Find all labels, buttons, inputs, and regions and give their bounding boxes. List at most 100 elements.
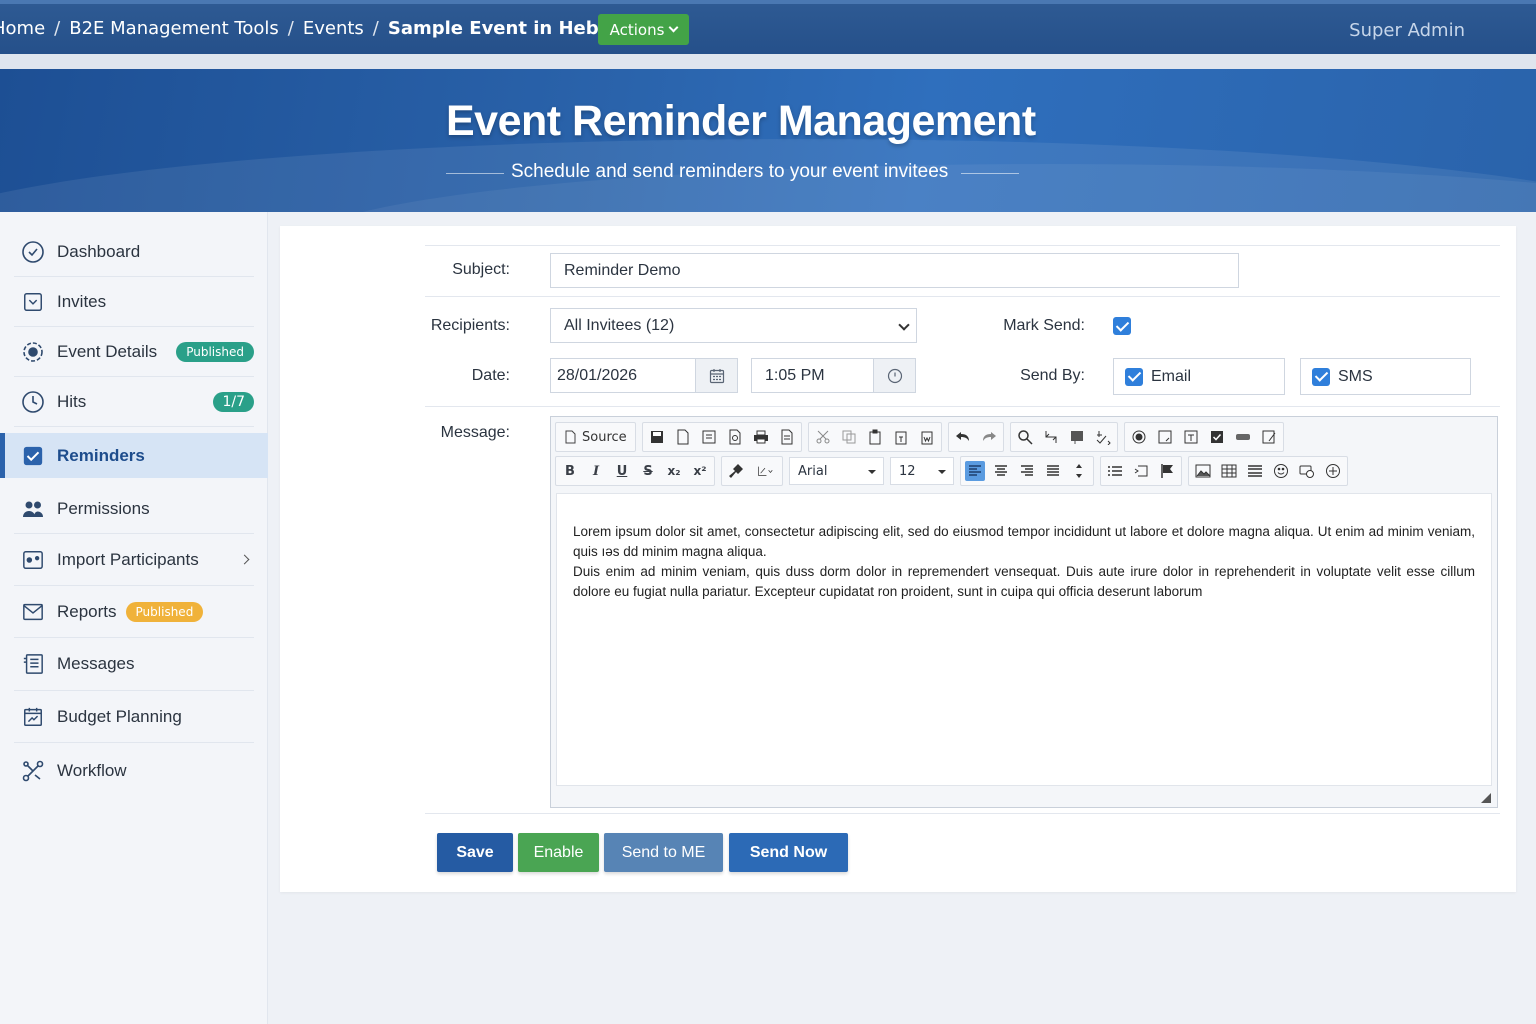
horizontal-rule-icon[interactable] <box>1245 461 1265 481</box>
indent-icon[interactable] <box>1131 461 1151 481</box>
budget-icon <box>21 705 45 729</box>
redo-icon[interactable] <box>979 427 999 447</box>
send-by-sms-option[interactable]: SMS <box>1300 358 1471 395</box>
breadcrumb-tools[interactable]: B2E Management Tools <box>69 18 279 39</box>
preview-icon[interactable] <box>725 427 745 447</box>
copy-icon[interactable] <box>839 427 859 447</box>
table-icon[interactable] <box>1219 461 1239 481</box>
bulleted-list-icon[interactable] <box>1105 461 1125 481</box>
toolbar-group-alignment <box>960 456 1094 486</box>
align-left-icon[interactable] <box>965 461 985 481</box>
sidebar-item-import-participants[interactable]: Import Participants <box>14 534 254 586</box>
sidebar-item-reports[interactable]: Reports Published <box>14 586 254 638</box>
save-icon[interactable] <box>647 427 667 447</box>
italic-icon[interactable]: I <box>586 461 606 481</box>
sidebar-item-label: Dashboard <box>57 241 141 261</box>
underline-icon[interactable]: U <box>612 461 632 481</box>
editor-paragraph: Duis enim ad minim veniam, quis duss dor… <box>573 564 1475 599</box>
mark-send-checkbox[interactable] <box>1113 317 1131 335</box>
send-now-button[interactable]: Send Now <box>729 833 848 872</box>
replace-icon[interactable] <box>1041 427 1061 447</box>
anchor-flag-icon[interactable] <box>1157 461 1177 481</box>
textfield-icon[interactable] <box>1181 427 1201 447</box>
form-icon[interactable] <box>1259 427 1279 447</box>
styles-dropdown-icon[interactable] <box>752 461 778 481</box>
sidebar-item-invites[interactable]: Invites <box>14 277 254 327</box>
date-input[interactable]: 28/01/2026 <box>550 358 738 393</box>
user-menu[interactable]: Super Admin <box>1349 20 1465 41</box>
count-badge: 1/7 <box>213 391 254 412</box>
sms-checkbox[interactable] <box>1312 367 1330 386</box>
font-size-select[interactable]: 12 <box>890 457 954 485</box>
paste-icon[interactable] <box>865 427 885 447</box>
select-all-icon[interactable] <box>1067 427 1087 447</box>
font-family-select[interactable]: Arial <box>789 457 884 485</box>
sidebar-item-reminders[interactable]: Reminders <box>0 433 268 478</box>
sidebar-item-permissions[interactable]: Permissions <box>14 484 254 534</box>
special-char-icon[interactable] <box>1297 461 1317 481</box>
strikethrough-icon[interactable]: S <box>638 461 658 481</box>
line-height-icon[interactable] <box>1069 461 1089 481</box>
paste-word-icon[interactable] <box>917 427 937 447</box>
editor-content-area[interactable]: Lorem ipsum dolor sit amet, consectetur … <box>556 493 1492 786</box>
recipients-select[interactable]: All Invitees (12) <box>550 308 917 343</box>
source-button[interactable]: Source <box>560 430 631 445</box>
spellcheck-icon[interactable] <box>1093 427 1113 447</box>
align-justify-icon[interactable] <box>1043 461 1063 481</box>
paste-text-icon[interactable] <box>891 427 911 447</box>
find-icon[interactable] <box>1015 427 1035 447</box>
editor-toolbar-row-2: B I U S x₂ x² Arial 12 <box>555 455 1354 487</box>
sidebar-item-dashboard[interactable]: Dashboard <box>14 227 254 277</box>
clock-icon[interactable] <box>873 359 915 392</box>
sidebar-item-messages[interactable]: Messages <box>14 638 254 691</box>
send-to-me-button[interactable]: Send to ME <box>604 833 723 872</box>
calendar-icon[interactable] <box>695 359 737 392</box>
align-right-icon[interactable] <box>1017 461 1037 481</box>
chevron-down-icon <box>898 319 910 331</box>
radio-icon[interactable] <box>1129 427 1149 447</box>
email-checkbox[interactable] <box>1125 367 1143 386</box>
sidebar-item-workflow[interactable]: Workflow <box>14 743 254 798</box>
textarea-icon[interactable] <box>1155 427 1175 447</box>
templates-icon[interactable] <box>699 427 719 447</box>
breadcrumb-home[interactable]: Home <box>0 18 45 39</box>
toolbar-group-insert <box>1188 456 1348 486</box>
sidebar-item-label: Messages <box>57 654 135 673</box>
button-field-icon[interactable] <box>1233 427 1253 447</box>
sidebar-item-hits[interactable]: Hits 1/7 <box>14 377 254 427</box>
image-icon[interactable] <box>1193 461 1213 481</box>
envelope-icon <box>21 600 45 624</box>
send-by-email-option[interactable]: Email <box>1113 358 1285 395</box>
hero-divider-left <box>446 173 504 174</box>
subject-input[interactable]: Reminder Demo <box>550 253 1239 288</box>
format-painter-icon[interactable] <box>726 461 746 481</box>
actions-dropdown-button[interactable]: Actions <box>598 14 689 45</box>
checkbox-field-icon[interactable] <box>1207 427 1227 447</box>
sidebar-item-label: Invites <box>57 291 107 311</box>
time-input[interactable]: 1:05 PM <box>751 358 916 393</box>
sidebar-item-budget-planning[interactable]: Budget Planning <box>14 691 254 743</box>
iframe-icon[interactable] <box>1323 461 1343 481</box>
import-icon <box>21 548 45 572</box>
bold-icon[interactable]: B <box>560 461 580 481</box>
new-page-icon[interactable] <box>673 427 693 447</box>
message-label: Message: <box>440 424 510 441</box>
enable-button[interactable]: Enable <box>518 833 599 872</box>
divider <box>425 296 1500 297</box>
header-divider <box>0 54 1536 69</box>
cut-icon[interactable] <box>813 427 833 447</box>
align-center-icon[interactable] <box>991 461 1011 481</box>
save-button[interactable]: Save <box>437 833 513 872</box>
status-badge: Published <box>176 341 254 362</box>
checkbox-icon <box>21 444 45 468</box>
resize-handle-icon[interactable] <box>1481 793 1491 803</box>
subscript-icon[interactable]: x₂ <box>664 461 684 481</box>
undo-icon[interactable] <box>953 427 973 447</box>
document-icon[interactable] <box>777 427 797 447</box>
sidebar-item-event-details[interactable]: Event Details Published <box>14 327 254 377</box>
clock-icon <box>21 390 45 414</box>
breadcrumb-events[interactable]: Events <box>303 18 364 39</box>
smiley-icon[interactable] <box>1271 461 1291 481</box>
print-icon[interactable] <box>751 427 771 447</box>
superscript-icon[interactable]: x² <box>690 461 710 481</box>
